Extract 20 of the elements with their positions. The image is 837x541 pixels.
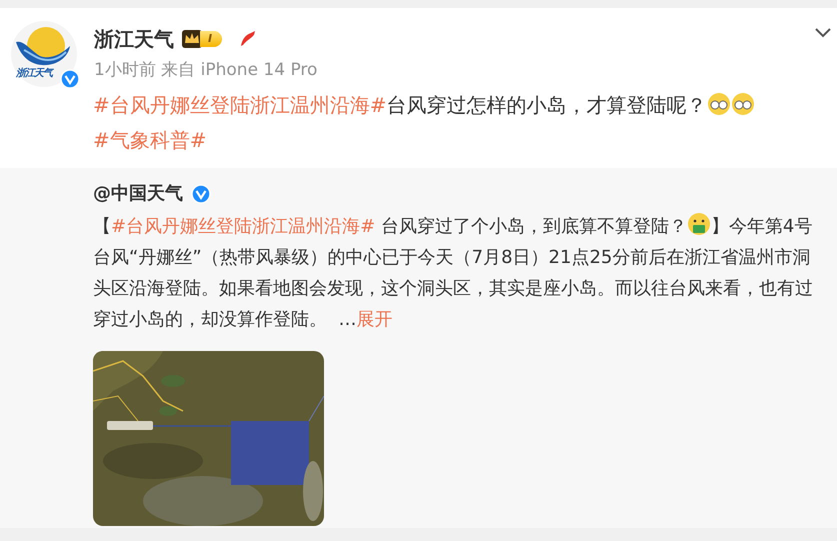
author-name[interactable]: 浙江天气 (94, 24, 174, 54)
chevron-down-icon[interactable] (815, 28, 831, 38)
book-emoji-icon (686, 212, 711, 236)
hashtag-link[interactable]: #气象科普# (93, 128, 207, 152)
hashtag-link[interactable]: #台风丹娜丝登陆浙江温州沿海# (111, 216, 376, 237)
crown-icon (182, 30, 202, 48)
level-badge: I (200, 31, 222, 47)
repost-author[interactable]: @中国天气 (93, 180, 183, 207)
post-text: #台风丹娜丝登陆浙江温州沿海#台风穿过怎样的小岛，才算登陆呢？ #气象科普# (0, 88, 837, 158)
post-text: 【#台风丹娜丝登陆浙江温州沿海# 台风穿过了个小岛，到底算不算登陆？ 】今年第4号台风“丹娜丝”（热带风暴级）的中心已于今天（7月8日）21点25分前后在浙江省温州市洞头区沿海登陆。如果看地图会发现，这个洞头区，其实是座小岛。而以往台风来看，也有过穿过小岛的，却没算作登陆。 …展开 (93, 211, 827, 335)
hashtag-link[interactable]: #台风丹娜丝登陆浙江温州沿海# (93, 93, 387, 117)
logo-text: 浙江天气 (16, 66, 52, 81)
glasses-emoji-icon (730, 92, 755, 116)
logo-drawing (10, 20, 78, 88)
expand-link[interactable]: 展开 (356, 309, 392, 330)
avatar-logo[interactable]: 浙江天气 (10, 20, 78, 88)
post-source: 来自 iPhone 14 Pro (161, 60, 318, 80)
fish-icon (238, 30, 256, 48)
glasses-emoji-icon (706, 92, 731, 116)
post-time: 1小时前 (94, 60, 156, 80)
